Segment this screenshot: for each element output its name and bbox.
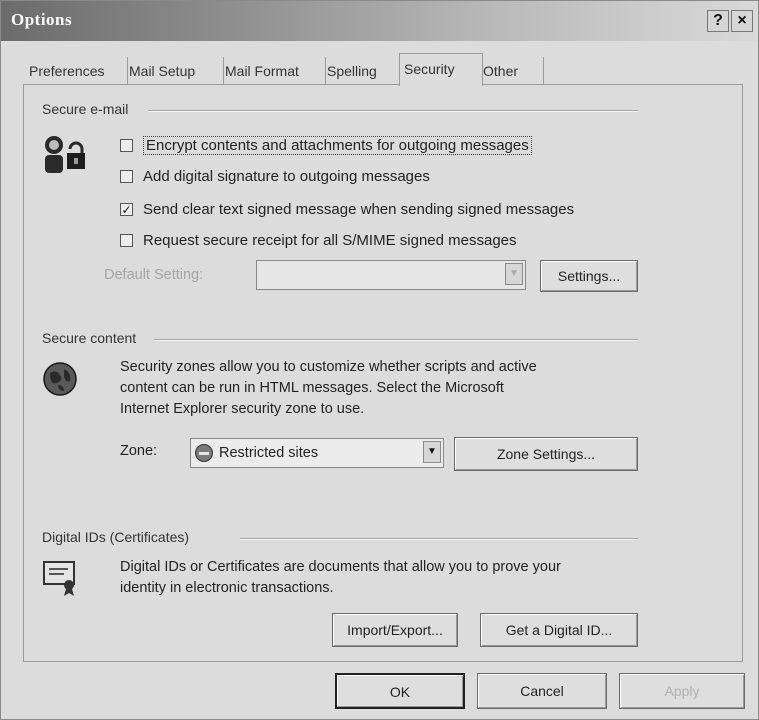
- certificate-icon: [42, 559, 82, 597]
- encrypt-option[interactable]: Encrypt contents and attachments for out…: [120, 134, 532, 156]
- help-button[interactable]: ?: [707, 10, 729, 32]
- clear-text-signed-checkbox[interactable]: ✓: [120, 202, 133, 216]
- secure-email-heading: Secure e-mail: [42, 101, 129, 117]
- digital-signature-label: Add digital signature to outgoing messag…: [143, 167, 430, 185]
- digital-signature-checkbox[interactable]: [120, 169, 133, 183]
- zone-dropdown-icon[interactable]: ▼: [423, 441, 441, 463]
- close-button[interactable]: ×: [731, 10, 753, 32]
- get-digital-id-button-label: Get a Digital ID...: [505, 622, 613, 638]
- secure-email-divider: [148, 110, 638, 112]
- zone-settings-button[interactable]: Zone Settings...: [454, 437, 638, 471]
- secure-content-divider: [154, 339, 638, 341]
- secure-content-desc-line: Internet Explorer security zone to use.: [120, 401, 365, 417]
- encrypt-label: Encrypt contents and attachments for out…: [143, 135, 532, 155]
- get-digital-id-button[interactable]: Get a Digital ID...: [480, 613, 638, 647]
- default-setting-combo[interactable]: ▼: [256, 260, 526, 290]
- security-tab-panel: Secure e-mail Encrypt contents and attac…: [23, 84, 743, 662]
- settings-button[interactable]: Settings...: [540, 260, 638, 292]
- clear-text-signed-label: Send clear text signed message when send…: [143, 200, 575, 218]
- secure-content-desc-line: Security zones allow you to customize wh…: [120, 359, 537, 375]
- title-bar[interactable]: Options ? ×: [1, 1, 758, 41]
- default-setting-dropdown-icon[interactable]: ▼: [505, 263, 523, 285]
- secure-content-heading: Secure content: [42, 330, 137, 346]
- secure-content-description: Security zones allow you to customize wh…: [120, 357, 537, 420]
- tab-mail-format[interactable]: Mail Format: [221, 57, 326, 85]
- digital-ids-heading: Digital IDs (Certificates): [42, 529, 190, 545]
- zone-value: Restricted sites: [219, 445, 319, 461]
- cancel-button-label: Cancel: [520, 683, 564, 699]
- secure-content-desc-line: content can be run in HTML messages. Sel…: [120, 380, 504, 396]
- secure-receipt-label: Request secure receipt for all S/MIME si…: [143, 231, 517, 249]
- zone-select[interactable]: Restricted sites ▼: [190, 438, 444, 468]
- tab-preferences[interactable]: Preferences: [25, 57, 128, 85]
- zone-label: Zone:: [120, 443, 158, 459]
- secure-receipt-option[interactable]: Request secure receipt for all S/MIME si…: [120, 229, 517, 251]
- apply-button-label: Apply: [664, 683, 700, 699]
- import-export-button-label: Import/Export...: [347, 622, 443, 638]
- clear-text-signed-option[interactable]: ✓ Send clear text signed message when se…: [120, 198, 574, 220]
- digital-ids-desc-line: identity in electronic transactions.: [120, 580, 334, 596]
- tab-other[interactable]: Other: [479, 57, 544, 85]
- digital-ids-description: Digital IDs or Certificates are document…: [120, 557, 561, 599]
- dialog-title: Options: [11, 10, 73, 29]
- tab-mail-setup[interactable]: Mail Setup: [125, 57, 224, 85]
- ok-button[interactable]: OK: [335, 673, 465, 709]
- settings-button-label: Settings...: [557, 268, 621, 284]
- restricted-zone-icon: [195, 444, 213, 462]
- secure-receipt-checkbox[interactable]: [120, 233, 133, 247]
- cancel-button[interactable]: Cancel: [477, 673, 607, 709]
- tab-spelling[interactable]: Spelling: [323, 57, 402, 85]
- import-export-button[interactable]: Import/Export...: [332, 613, 458, 647]
- ok-button-label: OK: [389, 684, 411, 700]
- globe-icon: [42, 361, 78, 397]
- default-setting-label: Default Setting:: [104, 267, 204, 283]
- digital-ids-desc-line: Digital IDs or Certificates are document…: [120, 559, 561, 575]
- tab-security[interactable]: Security: [399, 53, 483, 86]
- secure-email-lock-icon: [40, 133, 90, 177]
- zone-settings-button-label: Zone Settings...: [496, 446, 596, 462]
- apply-button[interactable]: Apply: [619, 673, 745, 709]
- encrypt-checkbox[interactable]: [120, 138, 133, 152]
- options-dialog: Options ? × Preferences Mail Setup Mail …: [0, 0, 759, 720]
- digital-ids-divider: [240, 538, 638, 540]
- digital-signature-option[interactable]: Add digital signature to outgoing messag…: [120, 165, 430, 187]
